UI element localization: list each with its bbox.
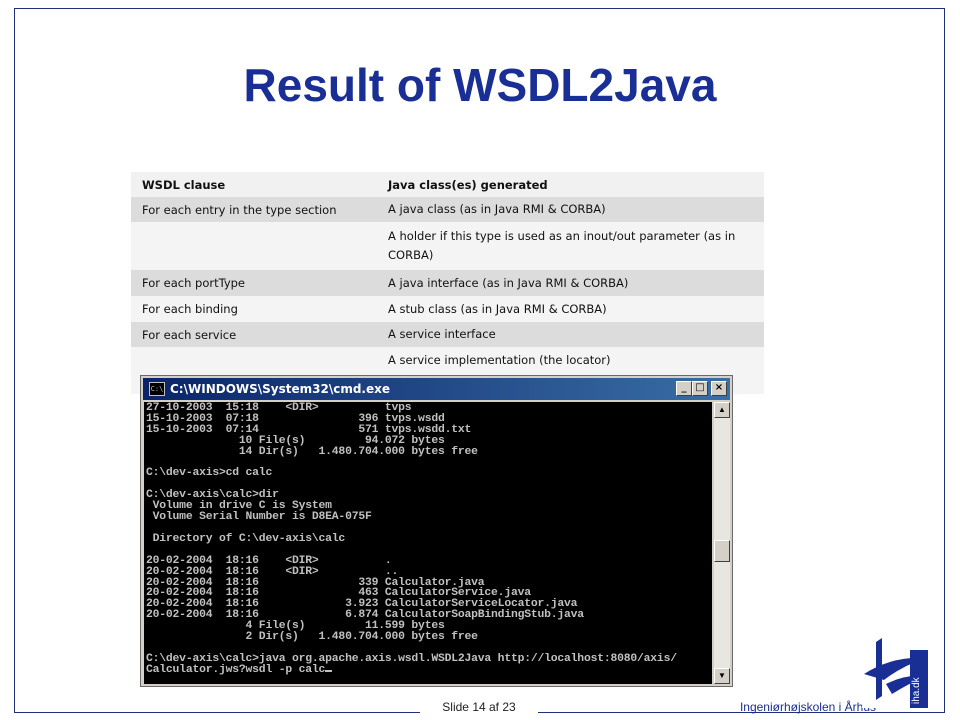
close-icon: ×: [714, 382, 724, 393]
scroll-down-button[interactable]: ▼: [714, 668, 730, 684]
minimize-icon: _: [681, 382, 687, 393]
vertical-scrollbar[interactable]: ▲ ▼: [714, 402, 730, 684]
scroll-thumb[interactable]: [714, 540, 730, 562]
table-row: A holder if this type is used as an inou…: [131, 222, 764, 270]
cmd-app-icon[interactable]: C:\: [149, 382, 165, 396]
wsdl-mapping-table: WSDL clause Java class(es) generated For…: [131, 172, 764, 394]
cmd-window[interactable]: C:\ C:\WINDOWS\System32\cmd.exe _ □ × 27…: [140, 375, 733, 687]
cmd-titlebar[interactable]: C:\ C:\WINDOWS\System32\cmd.exe _ □ ×: [143, 378, 730, 400]
console-line: Calculator.jws?wsdl -p calc: [146, 664, 710, 676]
cmd-window-title: C:\WINDOWS\System32\cmd.exe: [170, 382, 391, 396]
slide-number: Slide 14 af 23: [420, 700, 538, 714]
java-class-cell: A java interface (as in Java RMI & CORBA…: [388, 275, 629, 290]
table-row: For each service A service interface: [131, 322, 764, 347]
scroll-up-button[interactable]: ▲: [714, 402, 730, 418]
footer-divider: [15, 712, 415, 713]
java-class-cell: A service interface: [388, 327, 496, 341]
table-header-cell: Java class(es) generated: [388, 177, 548, 192]
text-cursor: [325, 669, 333, 672]
school-name: Ingeniørhøjskolen i Århus: [739, 700, 876, 714]
table-row: For each entry in the type section A jav…: [131, 197, 764, 222]
cmd-console-output[interactable]: 27-10-2003 15:18 <DIR> tvps 15-10-2003 07…: [144, 402, 712, 684]
wsdl-clause-cell: For each entry in the type section: [142, 202, 337, 217]
minimize-button[interactable]: _: [676, 381, 692, 396]
arrow-up-icon: ▲: [718, 405, 726, 414]
console-line: Directory of C:\dev-axis\calc: [146, 532, 346, 545]
wsdl-clause-cell: For each portType: [142, 276, 246, 290]
logo-text: iha.dk: [911, 676, 922, 704]
console-line: 14 Dir(s) 1.480.704.000 bytes free: [146, 445, 478, 458]
console-line: Volume Serial Number is D8EA-075F: [146, 511, 372, 524]
console-line: 10 File(s) 94.072 bytes: [146, 434, 445, 447]
console-line: 2 Dir(s) 1.480.704.000 bytes free: [146, 631, 478, 644]
maximize-button[interactable]: □: [692, 381, 708, 396]
table-header-cell: WSDL clause: [142, 177, 226, 192]
table-header-row: WSDL clause Java class(es) generated: [131, 172, 764, 197]
console-line: C:\dev-axis>cd calc: [146, 467, 273, 480]
console-line: 20-02-2004 18:16 <DIR> ..: [146, 565, 399, 578]
slide-title: Result of WSDL2Java: [243, 59, 717, 111]
table-row: For each portType A java interface (as i…: [131, 270, 764, 296]
arrow-down-icon: ▼: [718, 671, 726, 680]
close-button[interactable]: ×: [711, 381, 727, 396]
java-class-cell: A java class (as in Java RMI & CORBA): [388, 202, 606, 216]
console-line: 20-02-2004 18:16 <DIR> .: [146, 554, 392, 567]
java-class-cell: A holder if this type is used as an inou…: [388, 229, 736, 262]
java-class-cell: A stub class (as in Java RMI & CORBA): [388, 301, 607, 316]
wsdl-clause-cell: [131, 222, 377, 270]
wsdl-clause-cell: For each service: [142, 327, 237, 342]
wsdl-clause-cell: For each binding: [142, 302, 238, 316]
table-row: For each binding A stub class (as in Jav…: [131, 296, 764, 322]
maximize-icon: □: [695, 382, 705, 393]
iha-logo: iha.dk: [862, 636, 928, 708]
